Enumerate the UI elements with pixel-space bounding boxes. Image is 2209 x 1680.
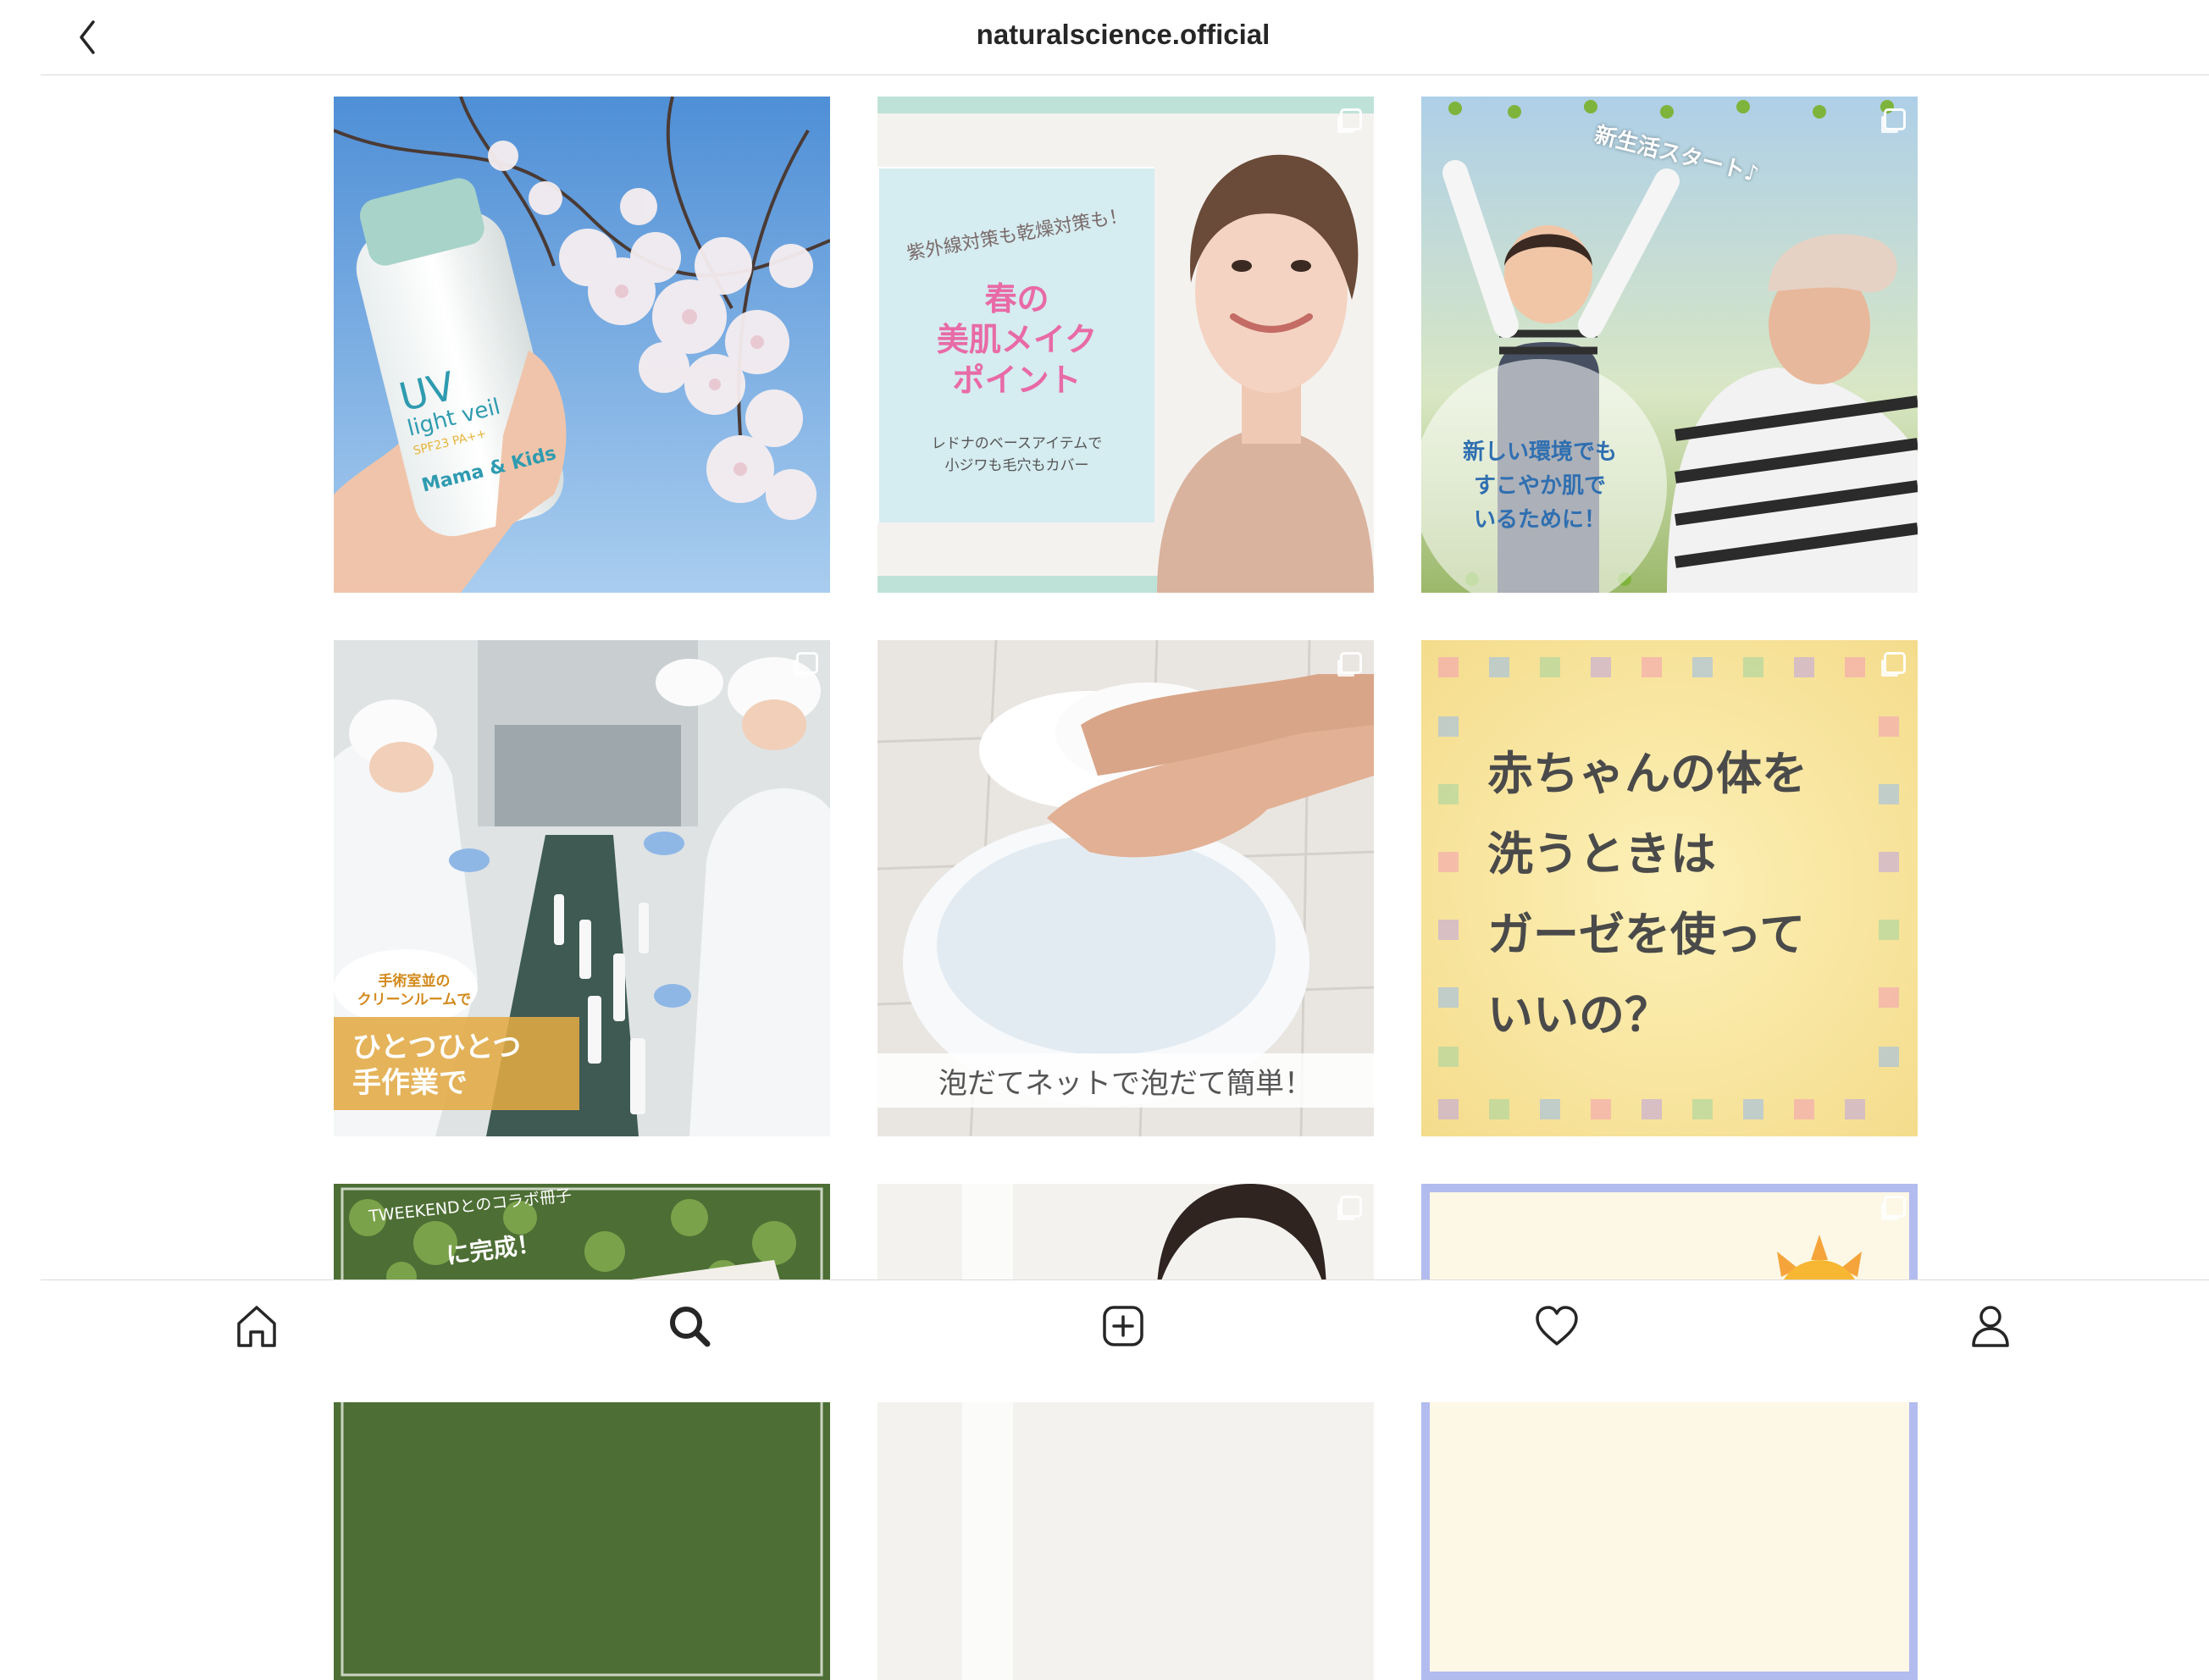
bubble-line: クリーンルームで bbox=[357, 992, 472, 1009]
heart-icon bbox=[1536, 1306, 1578, 1346]
clean-room-band: ひとつひとつ 手作業で bbox=[352, 1030, 581, 1101]
post-tile-collab-booklet[interactable]: TWEEKENDとのコラボ冊子 に完成！ bbox=[334, 1184, 830, 1680]
post-tile-gauze-question[interactable]: 赤ちゃんの体を 洗うときは ガーゼを使って いいの？ bbox=[1421, 640, 1918, 1136]
makeup-card: 紫外線対策も乾燥対策も！ 春の 美肌メイク ポイント レドナのベースアイテムで … bbox=[879, 169, 1154, 522]
clean-room-bubble: 手術室並の クリーンルームで bbox=[351, 972, 478, 1009]
multiple-images-icon bbox=[1884, 1196, 1906, 1218]
home-icon bbox=[237, 1306, 276, 1347]
makeup-subtitle: 紫外線対策も乾燥対策も！ bbox=[905, 205, 1130, 265]
search-icon bbox=[670, 1307, 711, 1347]
new-life-bubble: 新しい環境でも すこやか肌で いるために！ bbox=[1438, 435, 1642, 537]
bubble-line: いるために！ bbox=[1473, 507, 1606, 533]
top-bar: naturalscience.official bbox=[0, 0, 2209, 75]
makeup-title-line: 美肌メイク bbox=[936, 321, 1098, 358]
bubble-line: 新しい環境でも bbox=[1462, 439, 1617, 465]
blossom-photo bbox=[334, 97, 830, 593]
foam-caption: 泡だてネットで泡だて簡単！ bbox=[938, 1067, 1313, 1101]
multiple-images-icon bbox=[1340, 1196, 1362, 1218]
makeup-title: 春の 美肌メイク ポイント bbox=[879, 279, 1154, 401]
post-tile-uv-blossom[interactable]: UV light veil SPF23 PA++ Mama & Kids bbox=[334, 97, 830, 593]
band-line: ひとつひとつ bbox=[352, 1031, 522, 1064]
nav-activity[interactable] bbox=[1527, 1296, 1586, 1356]
plus-square-icon bbox=[1103, 1306, 1143, 1346]
multiple-images-icon bbox=[796, 652, 818, 674]
question-line: 洗うときは bbox=[1487, 827, 1716, 881]
makeup-caption: レドナのベースアイテムで 小ジワも毛穴もカバー bbox=[879, 433, 1154, 477]
post-tile-new-life[interactable]: 新生活スタート♪ 新しい環境でも すこやか肌で いるために！ bbox=[1421, 97, 1918, 593]
nav-home[interactable] bbox=[227, 1296, 286, 1356]
gauze-question-text: 赤ちゃんの体を 洗うときは ガーゼを使って いいの？ bbox=[1487, 733, 1808, 1055]
makeup-title-line: 春の bbox=[984, 280, 1049, 318]
multiple-images-icon bbox=[1340, 652, 1362, 674]
nav-profile[interactable] bbox=[1961, 1296, 2020, 1356]
nav-search[interactable] bbox=[660, 1296, 719, 1356]
multiple-images-icon bbox=[1884, 108, 1906, 130]
portrait-photo bbox=[878, 1184, 1374, 1680]
page-title: naturalscience.official bbox=[976, 19, 1271, 50]
bottom-nav bbox=[0, 1279, 2209, 1402]
post-tile-clean-room[interactable]: 手術室並の クリーンルームで ひとつひとつ 手作業で bbox=[334, 640, 830, 1136]
post-tile-foam-net[interactable]: 泡だてネットで泡だて簡単！ bbox=[878, 640, 1374, 1136]
nav-divider bbox=[41, 1279, 2209, 1280]
makeup-title-line: ポイント bbox=[952, 362, 1082, 399]
bubble-line: 手術室並の bbox=[378, 973, 451, 990]
multiple-images-icon bbox=[1340, 108, 1362, 130]
question-line: ガーゼを使って bbox=[1487, 908, 1806, 961]
post-tile-sun[interactable] bbox=[1421, 1184, 1918, 1680]
makeup-caption-line: レドナのベースアイテムで bbox=[931, 435, 1103, 452]
profile-icon bbox=[1972, 1306, 2009, 1347]
question-line: いいの？ bbox=[1487, 988, 1670, 1042]
multiple-images-icon bbox=[1884, 652, 1906, 674]
nav-new-post[interactable] bbox=[1093, 1296, 1153, 1356]
band-line: 手作業で bbox=[352, 1066, 468, 1100]
greenery-photo bbox=[334, 1184, 830, 1680]
question-line: 赤ちゃんの体を bbox=[1487, 747, 1808, 800]
makeup-caption-line: 小ジワも毛穴もカバー bbox=[944, 457, 1089, 474]
bubble-line: すこやか肌で bbox=[1473, 473, 1606, 499]
post-tile-spring-makeup[interactable]: 紫外線対策も乾燥対策も！ 春の 美肌メイク ポイント レドナのベースアイテムで … bbox=[878, 97, 1374, 593]
post-tile-portrait[interactable] bbox=[878, 1184, 1374, 1680]
sun-illustration bbox=[1421, 1184, 1918, 1680]
